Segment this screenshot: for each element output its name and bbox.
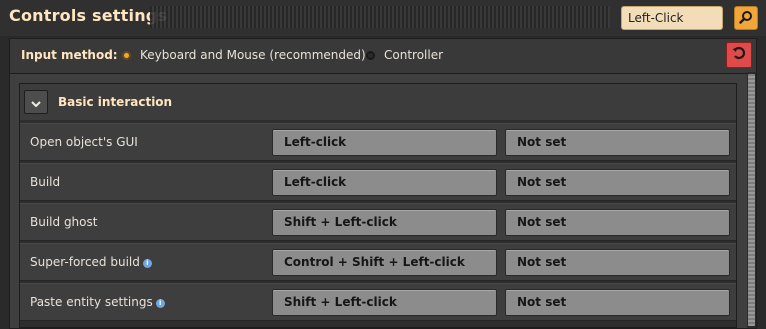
radio-keyboard-mouse-label[interactable]: Keyboard and Mouse (recommended) <box>140 48 366 62</box>
action-label: Paste entity settings i <box>30 295 165 309</box>
radio-controller[interactable] <box>366 51 375 60</box>
keybinding-list: Open object's GUI Left-click Not set Bui… <box>20 123 736 323</box>
settings-frame: Input method: Keyboard and Mouse (recomm… <box>9 38 757 329</box>
secondary-binding-button[interactable]: Not set <box>505 129 730 156</box>
secondary-binding-button[interactable]: Not set <box>505 289 730 316</box>
keybinding-row: Paste entity settings i Shift + Left-clic… <box>20 283 736 321</box>
search-input[interactable] <box>621 6 723 30</box>
title-bar: Controls settings <box>0 0 766 36</box>
action-label: Build <box>30 175 61 189</box>
primary-binding-button[interactable]: Shift + Left-click <box>272 289 497 316</box>
keybinding-row: Build Left-click Not set <box>20 163 736 201</box>
primary-binding-button[interactable]: Left-click <box>272 129 497 156</box>
info-icon[interactable]: i <box>155 299 165 308</box>
keybinding-row: Open object's GUI Left-click Not set <box>20 123 736 161</box>
scrollbar[interactable] <box>747 72 756 328</box>
chevron-down-icon <box>31 93 41 112</box>
search-icon <box>739 9 753 28</box>
search-button[interactable] <box>734 6 758 30</box>
reset-button[interactable] <box>726 42 752 68</box>
section-header: Basic interaction <box>20 84 736 120</box>
primary-binding-button[interactable]: Shift + Left-click <box>272 209 497 236</box>
section-title: Basic interaction <box>58 95 173 109</box>
section-basic-interaction: Basic interaction Open object's GUI Left… <box>19 83 737 328</box>
secondary-binding-button[interactable]: Not set <box>505 169 730 196</box>
scrollbar-thumb[interactable] <box>748 74 755 326</box>
action-label: Super-forced build i <box>30 255 152 269</box>
drag-handle[interactable] <box>150 6 610 28</box>
secondary-binding-button[interactable]: Not set <box>505 249 730 276</box>
action-label: Build ghost <box>30 215 98 229</box>
radio-keyboard-mouse[interactable] <box>122 51 131 60</box>
primary-binding-button[interactable]: Left-click <box>272 169 497 196</box>
collapse-button[interactable] <box>24 90 48 114</box>
secondary-binding-button[interactable]: Not set <box>505 209 730 236</box>
keybinding-row: Super-forced build i Control + Shift + Le… <box>20 243 736 281</box>
radio-controller-label[interactable]: Controller <box>384 48 443 62</box>
input-method-label: Input method: <box>21 48 118 62</box>
reset-icon <box>731 45 747 65</box>
keybinding-row: Build ghost Shift + Left-click Not set <box>20 203 736 241</box>
primary-binding-button[interactable]: Control + Shift + Left-click <box>272 249 497 276</box>
action-label: Open object's GUI <box>30 135 138 149</box>
window-title: Controls settings <box>9 6 168 25</box>
info-icon[interactable]: i <box>142 259 152 268</box>
input-method-bar: Input method: Keyboard and Mouse (recomm… <box>10 39 756 74</box>
